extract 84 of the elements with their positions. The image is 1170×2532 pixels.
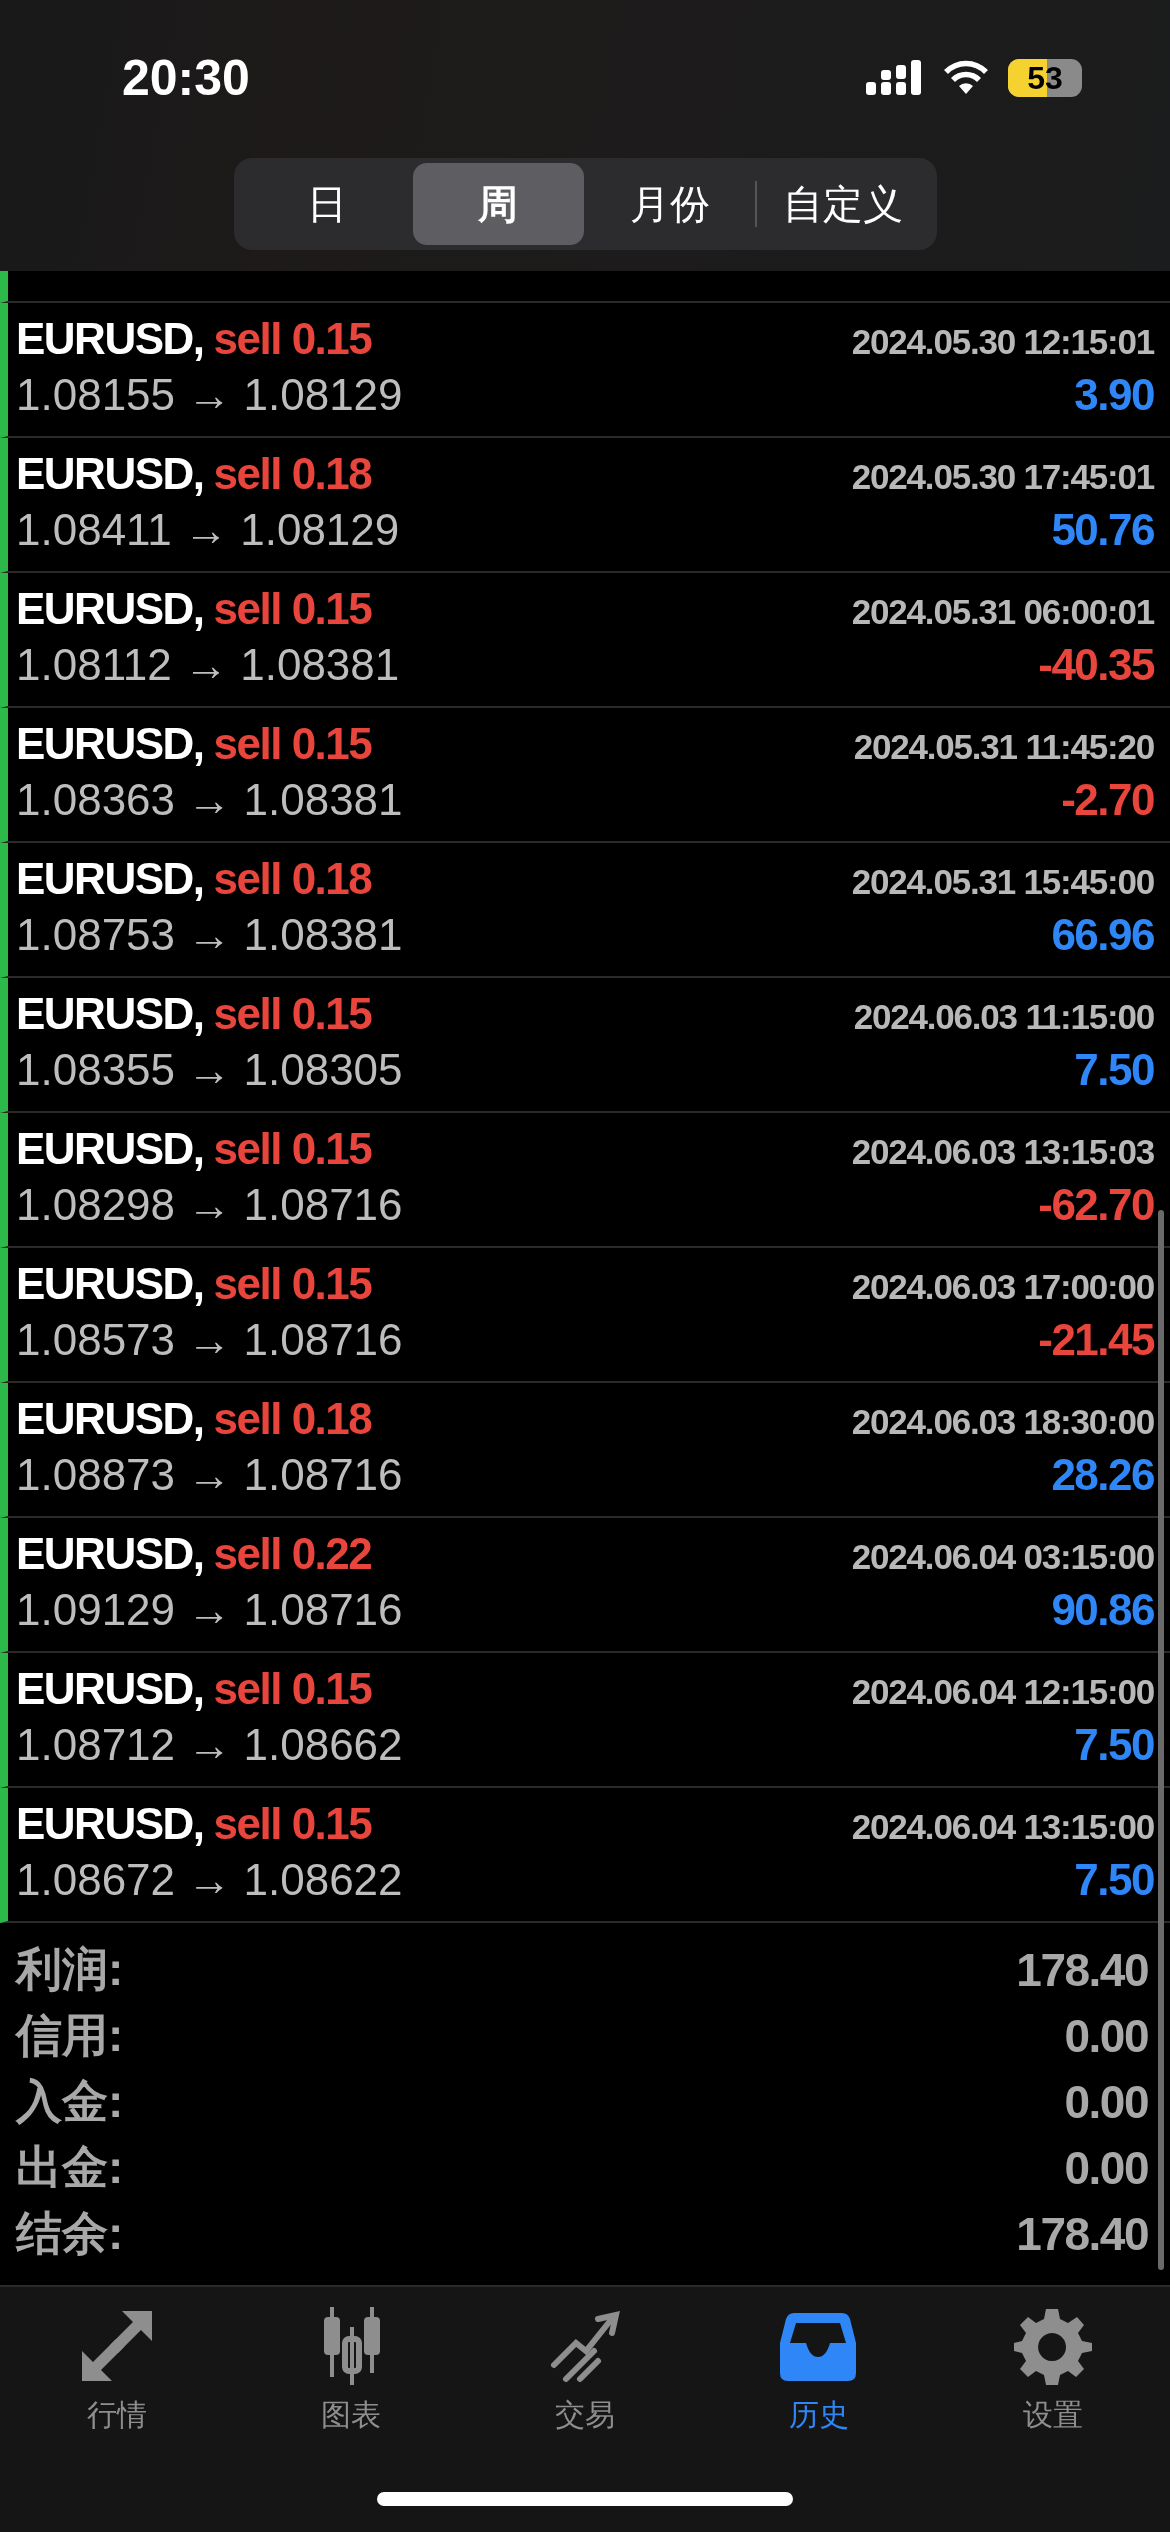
summary-label: 信用: [16,2008,124,2063]
trade-time: 2024.05.30 12:15:01 [851,321,1154,362]
price-text: 1.08672 → 1.08622 [16,1854,403,1905]
order-text: sell 0.15 [213,313,372,364]
trade-time: 2024.06.03 18:30:00 [851,1401,1154,1442]
order-text: sell 0.18 [213,1393,372,1444]
trade-time: 2024.05.31 11:45:20 [853,726,1154,767]
status-time: 20:30 [122,49,250,107]
price-text: 1.08355 → 1.08305 [16,1044,403,1095]
trade-time: 2024.05.30 17:45:01 [851,456,1154,497]
trade-time: 2024.06.03 11:15:00 [853,996,1154,1037]
symbol-text: EURUSD, [16,1258,204,1309]
trade-time: 2024.06.03 13:15:03 [851,1131,1154,1172]
price-text: 1.08112 → 1.08381 [16,639,400,690]
profit-value: 66.96 [1051,909,1154,960]
symbol-text: EURUSD, [16,718,204,769]
symbol-text: EURUSD, [16,448,204,499]
order-text: sell 0.18 [213,853,372,904]
profit-value: 3.90 [1074,369,1154,420]
signal-icon [866,60,924,96]
profit-value: -62.70 [1038,1179,1154,1230]
wifi-icon [942,60,990,96]
price-text: 1.08363 → 1.08381 [16,774,403,825]
tab-bar-item[interactable]: 行情 [0,2307,234,2436]
trade-time: 2024.05.31 06:00:01 [851,591,1154,632]
price-text: 1.08411 → 1.08129 [16,504,400,555]
summary-label: 入金: [16,2074,124,2129]
profit-value: 7.50 [1074,1719,1154,1770]
settings-icon [1014,2307,1092,2385]
profit-value: -21.45 [1038,1314,1154,1365]
profit-value: 7.50 [1074,1044,1154,1095]
price-text: 1.09129 → 1.08716 [16,1584,403,1635]
price-text: 1.08753 → 1.08381 [16,909,403,960]
summary-value: 0.00 [1064,2075,1148,2129]
summary-value: 0.00 [1064,2009,1148,2063]
symbol-text: EURUSD, [16,853,204,904]
tab-bar-item[interactable]: 设置 [936,2307,1170,2436]
summary-value: 178.40 [1016,2207,1148,2261]
period-tab[interactable]: 自定义 [757,163,929,245]
trade-time: 2024.05.31 15:45:00 [851,861,1154,902]
profit-value: 90.86 [1051,1584,1154,1635]
symbol-text: EURUSD, [16,1528,204,1579]
profit-value: 7.50 [1074,1854,1154,1905]
order-text: sell 0.15 [213,583,372,634]
symbol-text: EURUSD, [16,1663,204,1714]
symbol-text: EURUSD, [16,313,204,364]
trade-time: 2024.06.04 03:15:00 [851,1536,1154,1577]
summary-label: 结余: [16,2206,124,2261]
order-text: sell 0.15 [213,1798,372,1849]
battery-level-text: 53 [1027,59,1063,97]
symbol-text: EURUSD, [16,1798,204,1849]
profit-value: -2.70 [1061,774,1154,825]
summary-label: 利润: [16,1942,124,1997]
price-text: 1.08298 → 1.08716 [16,1179,403,1230]
price-text: 1.08573 → 1.08716 [16,1314,403,1365]
tab-bar-item[interactable]: 历史 [702,2307,936,2436]
symbol-text: EURUSD, [16,1123,204,1174]
profit-value: 50.76 [1051,504,1154,555]
tab-bar-item[interactable]: 交易 [468,2307,702,2436]
profit-value: -40.35 [1038,639,1154,690]
price-text: 1.08873 → 1.08716 [16,1449,403,1500]
order-text: sell 0.18 [213,448,372,499]
order-text: sell 0.15 [213,1663,372,1714]
price-text: 1.08155 → 1.08129 [16,369,403,420]
trade-time: 2024.06.04 13:15:00 [851,1806,1154,1847]
profit-value: 28.26 [1051,1449,1154,1500]
tab-bar-item[interactable]: 图表 [234,2307,468,2436]
period-tab[interactable]: 月份 [584,163,756,245]
trade-time: 2024.06.04 12:15:00 [851,1671,1154,1712]
summary-value: 0.00 [1064,2141,1148,2195]
summary-label: 出金: [16,2140,124,2195]
symbol-text: EURUSD, [16,988,204,1039]
order-text: sell 0.15 [213,1258,372,1309]
trade-time: 2024.06.03 17:00:00 [851,1266,1154,1307]
period-tab[interactable]: 日 [241,163,413,245]
summary-value: 178.40 [1016,1943,1148,1997]
symbol-text: EURUSD, [16,583,204,634]
order-text: sell 0.15 [213,988,372,1039]
period-tab[interactable]: 周 [412,163,584,245]
order-text: sell 0.22 [213,1528,372,1579]
symbol-text: EURUSD, [16,1393,204,1444]
order-text: sell 0.15 [213,718,372,769]
price-text: 1.08712 → 1.08662 [16,1719,403,1770]
order-text: sell 0.15 [213,1123,372,1174]
